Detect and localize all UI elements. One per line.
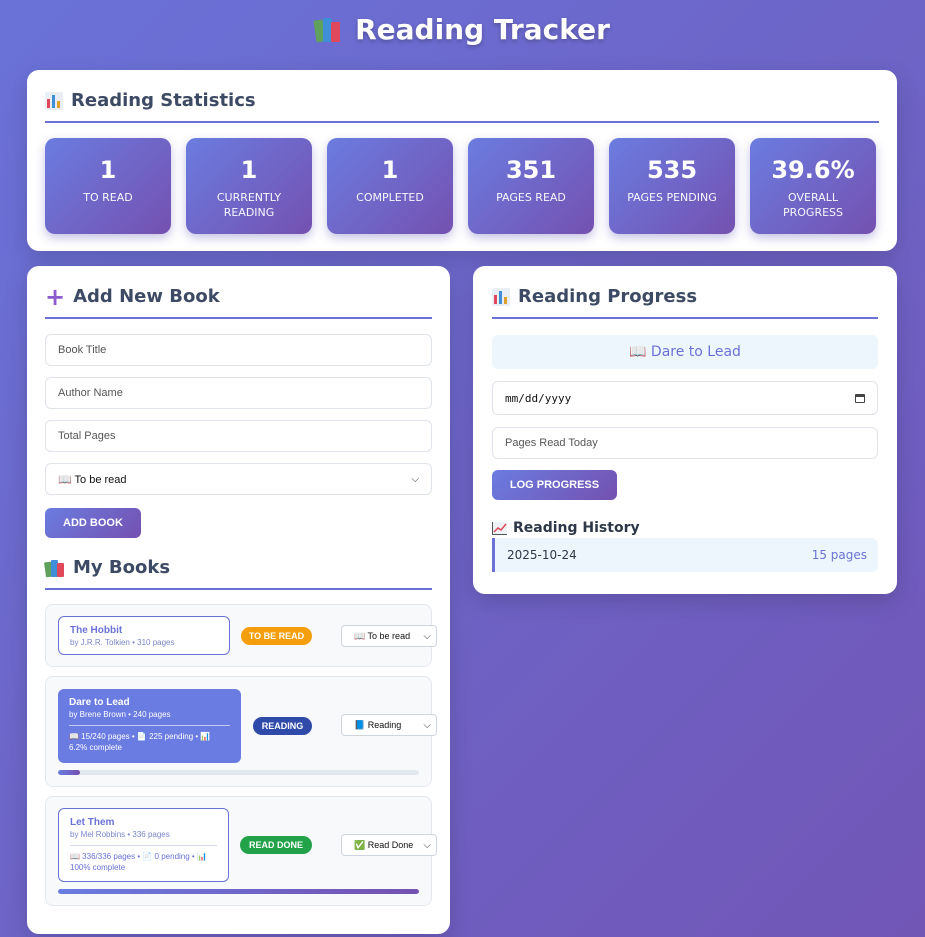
chevron-down-icon: ⌵	[423, 630, 431, 642]
statistics-card: Reading Statistics 1 To Read 1 Currently…	[27, 70, 897, 251]
stat-currently-reading: 1 Currently Reading	[186, 138, 312, 234]
status-badge: Reading	[253, 717, 312, 735]
bar-chart-icon	[492, 287, 510, 306]
stat-label: To Read	[83, 191, 133, 204]
reading-history-title: Reading History	[513, 520, 640, 536]
book-stats: 📖 15/240 pages • 📄 225 pending • 📊 6.2% …	[69, 732, 211, 752]
total-pages-input[interactable]: Total Pages	[45, 420, 432, 452]
book-status-select[interactable]: ✅ Read Done ⌵	[341, 834, 437, 856]
status-badge: To Be Read	[241, 627, 312, 645]
date-input-placeholder: mm/dd/yyyy	[505, 391, 572, 405]
current-book-title: 📖 Dare to Lead	[629, 344, 741, 360]
date-input[interactable]: mm/dd/yyyy	[492, 381, 878, 415]
status-select[interactable]: 📖 To be read ⌵	[45, 463, 432, 495]
book-title: The Hobbit	[70, 625, 123, 636]
author-name-input[interactable]: Author Name	[45, 377, 432, 409]
reading-history-heading: Reading History	[492, 520, 878, 536]
divider	[70, 845, 217, 846]
book-title: Dare to Lead	[69, 697, 130, 708]
book-meta: by Brene Brown • 240 pages	[69, 710, 171, 719]
chevron-down-icon: ⌵	[411, 473, 419, 485]
reading-progress-heading: Reading Progress	[492, 286, 878, 319]
status-badge: Read Done	[240, 836, 312, 854]
statistics-title: Reading Statistics	[71, 90, 256, 111]
history-pages: 15 pages	[811, 548, 867, 562]
book-stats: 📖 336/336 pages • 📄 0 pending • 📊 100% c…	[70, 852, 207, 872]
chevron-down-icon: ⌵	[423, 719, 431, 731]
stat-pages-pending: 535 Pages Pending	[609, 138, 735, 234]
calendar-icon[interactable]	[855, 393, 865, 403]
book-title: Let Them	[70, 817, 115, 828]
books-icon	[43, 559, 65, 577]
book-info[interactable]: Let Them by Mel Robbins • 336 pages 📖 33…	[58, 808, 229, 882]
book-status-select[interactable]: 📖 To be read ⌵	[341, 625, 437, 647]
app-header: Reading Tracker	[0, 10, 925, 48]
book-progress-bar	[58, 889, 419, 894]
book-info[interactable]: The Hobbit by J.R.R. Tolkien • 310 pages	[58, 616, 230, 655]
reading-progress-card: Reading Progress 📖 Dare to Lead mm/dd/yy…	[473, 266, 897, 594]
book-status-value: 📘 Reading	[354, 719, 402, 730]
add-book-button[interactable]: Add Book	[45, 508, 141, 538]
status-select-value: 📖 To be read	[58, 473, 127, 486]
books-icon	[313, 16, 343, 43]
current-book-display: 📖 Dare to Lead	[492, 335, 878, 369]
bar-chart-icon	[45, 91, 63, 110]
stat-value: 39.6%	[771, 156, 855, 184]
trend-chart-icon	[492, 521, 507, 535]
stat-label: Pages Pending	[627, 191, 717, 204]
history-date: 2025-10-24	[507, 548, 577, 562]
stat-value: 1	[240, 156, 258, 184]
book-item: Dare to Lead by Brene Brown • 240 pages …	[45, 676, 437, 787]
stat-label: Overall Progress	[782, 191, 844, 219]
stat-pages-read: 351 Pages Read	[468, 138, 594, 234]
chevron-down-icon: ⌵	[423, 839, 431, 851]
plus-icon: +	[45, 282, 66, 311]
book-meta: by Mel Robbins • 336 pages	[70, 830, 170, 839]
stat-value: 1	[381, 156, 399, 184]
book-info[interactable]: Dare to Lead by Brene Brown • 240 pages …	[58, 689, 241, 763]
stat-label: Completed	[356, 191, 424, 204]
reading-progress-title: Reading Progress	[518, 286, 698, 307]
add-book-heading: + Add New Book	[45, 282, 432, 319]
divider	[69, 725, 230, 726]
stat-value: 351	[505, 156, 557, 184]
book-status-value: 📖 To be read	[354, 630, 411, 641]
stat-overall-progress: 39.6% Overall Progress	[750, 138, 876, 234]
stat-value: 1	[99, 156, 117, 184]
book-progress-fill	[58, 770, 81, 775]
pages-read-today-input[interactable]: Pages Read Today	[492, 427, 878, 459]
book-status-select[interactable]: 📘 Reading ⌵	[341, 714, 437, 736]
stat-label: Pages Read	[496, 191, 566, 204]
book-progress-fill	[58, 889, 419, 894]
book-progress-bar	[58, 770, 419, 775]
stat-completed: 1 Completed	[327, 138, 453, 234]
book-meta: by J.R.R. Tolkien • 310 pages	[70, 638, 175, 647]
add-book-title: Add New Book	[73, 286, 220, 307]
book-status-value: ✅ Read Done	[354, 839, 414, 850]
stat-value: 535	[646, 156, 698, 184]
book-item: The Hobbit by J.R.R. Tolkien • 310 pages…	[45, 604, 437, 667]
stat-label: Currently Reading	[216, 191, 282, 219]
my-books-title: My Books	[73, 557, 171, 578]
stat-to-read: 1 To Read	[45, 138, 171, 234]
book-title-input[interactable]: Book Title	[45, 334, 432, 366]
my-books-heading: My Books	[43, 557, 432, 590]
book-item: Let Them by Mel Robbins • 336 pages 📖 33…	[45, 796, 437, 906]
log-progress-button[interactable]: Log Progress	[492, 470, 617, 500]
app-title: Reading Tracker	[355, 12, 610, 46]
statistics-heading: Reading Statistics	[45, 90, 879, 123]
history-entry: 2025-10-24 15 pages	[492, 538, 878, 572]
add-book-card: + Add New Book Book Title Author Name To…	[27, 266, 450, 934]
